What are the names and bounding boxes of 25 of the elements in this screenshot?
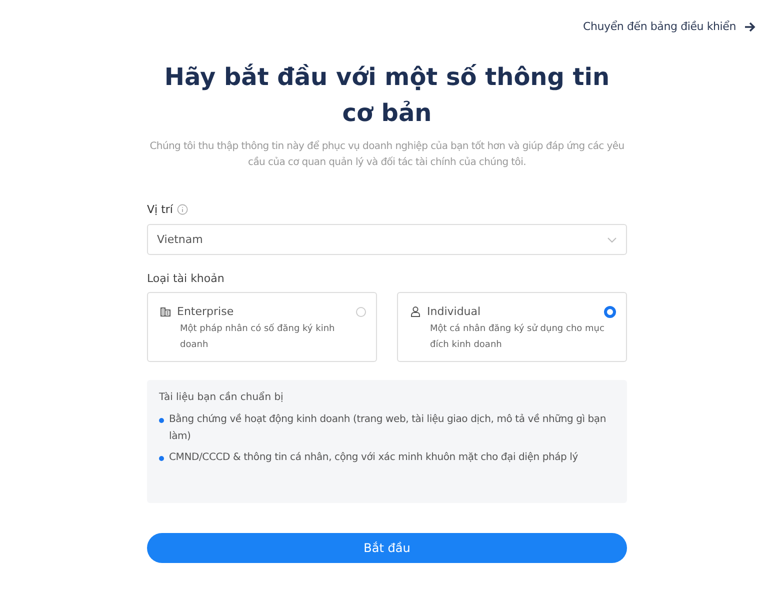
page-subtitle: Chúng tôi thu thập thông tin này để phục vụ doanh nghiệp của bạn tốt hơn và giúp đáp ứng các yêu cầu của cơ quan quản lý và đối tác tài chính của chúng tôi. xyxy=(148,140,626,170)
chevron-down-icon xyxy=(607,236,617,242)
radio-button[interactable] xyxy=(356,306,366,316)
radio-button[interactable] xyxy=(604,306,616,318)
account-option-card[interactable]: Enterprise Một pháp nhân có số đăng ký kinh doanh xyxy=(147,292,377,362)
person-icon xyxy=(410,306,421,317)
option-title: Individual xyxy=(427,305,482,318)
account-option-card[interactable]: Individual Một cá nhân đăng ký sử dụng cho mục đích kinh doanh xyxy=(397,292,627,362)
bullet-icon xyxy=(159,456,164,461)
page-title: Hãy bắt đầu với một số thông tin cơ bản xyxy=(163,62,611,129)
documents-heading: Tài liệu bạn cần chuẩn bị xyxy=(159,392,284,403)
location-select[interactable]: Vietnam xyxy=(147,224,627,255)
building-icon xyxy=(160,306,171,317)
arrow-right-icon xyxy=(744,22,756,32)
info-icon xyxy=(176,204,188,215)
option-description: Một pháp nhân có số đăng ký kinh doanh xyxy=(180,322,336,352)
account-type-label: Loại tài khoản xyxy=(147,272,226,285)
dashboard-link[interactable]: Chuyển đến bảng điều khiển xyxy=(583,20,756,33)
location-label: Vị trí xyxy=(147,203,173,216)
start-button[interactable]: Bắt đầu xyxy=(147,533,627,563)
option-title: Enterprise xyxy=(177,305,235,318)
option-description: Một cá nhân đăng ký sử dụng cho mục đích kinh doanh xyxy=(430,322,605,352)
document-item: Bằng chứng về hoạt động kinh doanh (trang web, tài liệu giao dịch, mô tả về những gì bạn làm) xyxy=(169,412,607,444)
bullet-icon xyxy=(159,418,164,423)
document-item: CMND/CCCD & thông tin cá nhân, cộng với xác minh khuôn mặt cho đại diện pháp lý xyxy=(169,451,578,465)
